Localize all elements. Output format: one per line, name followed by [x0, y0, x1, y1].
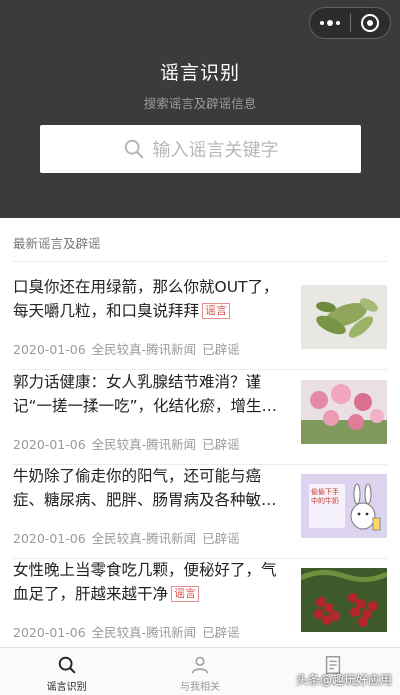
article-meta: 2020-01-06 全民较真-腾讯新闻 已辟谣	[13, 339, 246, 358]
list-item[interactable]: 郭力话健康：女人乳腺结节难消？谨记“一搓一揉一吃”，化结化瘀，增生… 2020-…	[13, 370, 387, 465]
section-divider	[13, 261, 387, 262]
article-title[interactable]: 女性晚上当零食吃几颗，便秘好了，气血足了，肝越来越干净 谣言	[13, 558, 288, 606]
article-date: 2020-01-06	[13, 625, 86, 640]
page-subtitle: 搜索谣言及辟谣信息	[143, 96, 257, 111]
article-source: 全民较真-腾讯新闻	[91, 342, 197, 357]
page-title: 谣言识别	[159, 62, 240, 84]
tab-label: 谣言识别	[46, 682, 87, 693]
person-icon	[191, 656, 209, 674]
green-leaves-photo	[301, 285, 387, 349]
article-source: 全民较真-腾讯新闻	[91, 437, 197, 452]
article-meta: 2020-01-06 全民较真-腾讯新闻 已辟谣	[13, 434, 246, 453]
section-title: 最新谣言及辟谣	[13, 236, 101, 251]
list-item[interactable]: 牛奶除了偷走你的阳气，还可能与癌症、糖尿病、肥胖、肠胃病及各种敏… 2020-0…	[13, 464, 387, 559]
list-item[interactable]: 口臭你还在用绿箭，那么你就OUT了，每天嚼几粒，和口臭说拜拜 谣言 2020-01…	[13, 275, 387, 370]
search-input[interactable]: 输入谣言关键字	[40, 125, 361, 173]
article-date: 2020-01-06	[13, 342, 86, 357]
mini-program-capsule	[309, 7, 391, 39]
article-title[interactable]: 牛奶除了偷走你的阳气，还可能与癌症、糖尿病、肥胖、肠胃病及各种敏…	[13, 464, 288, 512]
article-meta: 2020-01-06 全民较真-腾讯新闻 已辟谣	[13, 622, 246, 641]
article-status: 已辟谣	[202, 625, 240, 640]
tab-rumor-identify[interactable]: 谣言识别	[0, 648, 133, 695]
thumb-caption: 偷偷下手中的牛奶	[311, 488, 339, 505]
article-source: 全民较真-腾讯新闻	[91, 625, 197, 640]
article-title[interactable]: 口臭你还在用绿箭，那么你就OUT了，每天嚼几粒，和口臭说拜拜 谣言	[13, 275, 288, 323]
article-meta: 2020-01-06 全民较真-腾讯新闻 已辟谣	[13, 528, 246, 547]
search-icon	[58, 656, 75, 674]
article-date: 2020-01-06	[13, 437, 86, 452]
list-item[interactable]: 女性晚上当零食吃几颗，便秘好了，气血足了，肝越来越干净 谣言 2020-01-06…	[13, 558, 387, 653]
header: 谣言识别 搜索谣言及辟谣信息 输入谣言关键字	[0, 0, 400, 218]
close-circle-icon[interactable]	[350, 8, 390, 38]
article-source: 全民较真-腾讯新闻	[91, 531, 197, 546]
article-date: 2020-01-06	[13, 531, 86, 546]
tab-related-to-me[interactable]: 与我相关	[133, 648, 266, 695]
article-status: 已辟谣	[202, 531, 240, 546]
search-placeholder: 输入谣言关键字	[152, 140, 279, 161]
article-status: 已辟谣	[202, 342, 240, 357]
rumor-tag: 谣言	[171, 586, 200, 602]
search-icon	[124, 139, 143, 159]
rabbit-cartoon-illustration: 偷偷下手中的牛奶	[301, 474, 387, 538]
tab-label: 与我相关	[179, 682, 220, 693]
red-dates-photo	[301, 568, 387, 632]
rumor-tag: 谣言	[202, 303, 231, 319]
article-title[interactable]: 郭力话健康：女人乳腺结节难消？谨记“一搓一揉一吃”，化结化瘀，增生…	[13, 370, 288, 418]
pink-flowers-photo	[301, 380, 387, 444]
watermark-text: 头条@趣玩好应用	[295, 673, 392, 687]
more-dots-icon[interactable]	[310, 8, 350, 38]
article-status: 已辟谣	[202, 437, 240, 452]
